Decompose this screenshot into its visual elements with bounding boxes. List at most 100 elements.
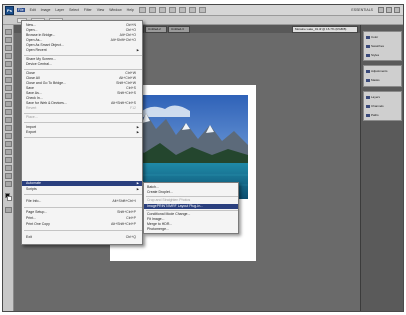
masks-panel-button[interactable]: Masks bbox=[366, 78, 380, 82]
menu-help[interactable]: Help bbox=[127, 8, 134, 12]
menu-item-print[interactable]: Print... Ctrl+P bbox=[22, 216, 142, 221]
panel-dock: Color Swatches Styles Adjustments Masks … bbox=[360, 25, 403, 311]
lasso-tool-icon[interactable] bbox=[5, 45, 12, 51]
menu-layer[interactable]: Layer bbox=[55, 8, 64, 12]
photoshop-logo: Ps bbox=[5, 6, 14, 15]
menu-item-place[interactable]: Place... bbox=[22, 115, 142, 120]
menu-item-automate[interactable]: Automate ▶ bbox=[22, 181, 142, 186]
3d-rotate-tool-icon[interactable] bbox=[5, 165, 12, 171]
styles-icon bbox=[366, 53, 370, 57]
automate-submenu: Batch... Create Droplet... Crop and Stra… bbox=[143, 182, 239, 234]
menu-item-export[interactable]: Export ▶ bbox=[22, 130, 142, 135]
styles-panel-button[interactable]: Styles bbox=[366, 53, 379, 57]
history-brush-tool-icon[interactable] bbox=[5, 101, 12, 107]
shape-tool-icon[interactable] bbox=[5, 157, 12, 163]
zoom-icon[interactable] bbox=[169, 7, 176, 13]
dodge-tool-icon[interactable] bbox=[5, 125, 12, 131]
menu-filter[interactable]: Filter bbox=[84, 8, 92, 12]
eyedropper-tool-icon[interactable] bbox=[5, 69, 12, 75]
screen-mode-icon[interactable] bbox=[199, 7, 206, 13]
maximize-icon[interactable] bbox=[386, 7, 392, 13]
rotate-view-icon[interactable] bbox=[179, 7, 186, 13]
document-tab[interactable]: Untitled-2 bbox=[145, 26, 167, 33]
menu-item-crop-and-straighten[interactable]: Crop and Straighten Photos bbox=[144, 198, 238, 203]
swatches-panel-button[interactable]: Swatches bbox=[366, 44, 384, 48]
adjustments-icon bbox=[366, 69, 370, 73]
masks-icon bbox=[366, 78, 370, 82]
photoshop-window: Ps File Edit Image Layer Select Filter V… bbox=[2, 4, 404, 312]
hand-tool-icon[interactable] bbox=[159, 7, 166, 13]
menu-window[interactable]: Window bbox=[109, 8, 121, 12]
mini-bridge-icon[interactable] bbox=[149, 7, 156, 13]
pen-tool-icon[interactable] bbox=[5, 133, 12, 139]
menu-file[interactable]: File bbox=[17, 8, 25, 12]
menu-item-exit[interactable]: Exit Ctrl+Q bbox=[22, 235, 142, 240]
menu-item-create-droplet[interactable]: Create Droplet... bbox=[144, 190, 238, 195]
menu-item-print-one-copy[interactable]: Print One Copy Alt+Shift+Ctrl+P bbox=[22, 222, 142, 227]
minimize-icon[interactable] bbox=[378, 7, 384, 13]
brush-tool-icon[interactable] bbox=[5, 85, 12, 91]
menu-item-open-recent[interactable]: Open Recent ▶ bbox=[22, 48, 142, 53]
arrange-documents-icon[interactable] bbox=[189, 7, 196, 13]
menu-item-photomerge[interactable]: Photomerge... bbox=[144, 227, 238, 232]
menu-item-scripts[interactable]: Scripts ▶ bbox=[22, 187, 142, 192]
quick-select-tool-icon[interactable] bbox=[5, 53, 12, 59]
layers-panel-group: Layers Channels Paths bbox=[363, 91, 402, 121]
healing-brush-tool-icon[interactable] bbox=[5, 77, 12, 83]
paths-panel-button[interactable]: Paths bbox=[366, 113, 379, 117]
type-tool-icon[interactable] bbox=[5, 141, 12, 147]
bridge-icon[interactable] bbox=[139, 7, 146, 13]
submenu-arrow-icon: ▶ bbox=[136, 187, 139, 191]
menu-separator bbox=[24, 230, 142, 231]
menu-separator bbox=[24, 55, 142, 56]
document-tab-active[interactable]: Moraine Lake_01.tif @ 16.7% (RGB/8) bbox=[292, 26, 358, 33]
window-controls bbox=[378, 7, 400, 13]
file-menu: New... Ctrl+N Open... Ctrl+O Browse in Bri… bbox=[21, 20, 143, 245]
menu-item-file-info[interactable]: File Info... Alt+Shift+Ctrl+I bbox=[22, 199, 142, 204]
channels-icon bbox=[366, 104, 370, 108]
zoom-tool-icon[interactable] bbox=[5, 181, 12, 187]
marquee-tool-icon[interactable] bbox=[5, 37, 12, 43]
paths-icon bbox=[366, 113, 370, 117]
menu-separator bbox=[24, 194, 142, 195]
menu-item-page-setup[interactable]: Page Setup... Shift+Ctrl+P bbox=[22, 210, 142, 215]
menu-separator bbox=[146, 196, 238, 197]
color-panel-button[interactable]: Color bbox=[366, 35, 378, 39]
background-color-swatch[interactable] bbox=[7, 196, 12, 201]
layers-panel-button[interactable]: Layers bbox=[366, 95, 380, 99]
document-tab[interactable]: Untitled-3 bbox=[168, 26, 190, 33]
hand-tool-icon[interactable] bbox=[5, 173, 12, 179]
menu-item-device-central[interactable]: Device Central... bbox=[22, 62, 142, 67]
move-tool-icon[interactable] bbox=[5, 29, 12, 35]
gradient-tool-icon[interactable] bbox=[5, 117, 12, 123]
menu-bar: Ps File Edit Image Layer Select Filter V… bbox=[3, 5, 403, 16]
menu-separator bbox=[24, 122, 142, 123]
menu-separator bbox=[24, 207, 142, 208]
menu-separator bbox=[146, 210, 238, 211]
quick-mask-icon[interactable] bbox=[5, 207, 12, 213]
workspace-switcher[interactable]: ESSENTIALS bbox=[351, 8, 373, 12]
color-panel-group: Color Swatches Styles bbox=[363, 31, 402, 61]
application-bar-icons bbox=[139, 7, 206, 13]
menu-separator bbox=[24, 137, 142, 138]
clone-stamp-tool-icon[interactable] bbox=[5, 93, 12, 99]
eraser-tool-icon[interactable] bbox=[5, 109, 12, 115]
adjustments-panel-button[interactable]: Adjustments bbox=[366, 69, 388, 73]
menu-items: File Edit Image Layer Select Filter View… bbox=[17, 8, 134, 12]
menu-separator bbox=[24, 69, 142, 70]
menu-select[interactable]: Select bbox=[69, 8, 79, 12]
color-icon bbox=[366, 35, 370, 39]
menu-item-imageprint-plugin[interactable]: ImagePRINT/IMRF Layout Plug-In... bbox=[144, 204, 238, 209]
submenu-arrow-icon: ▶ bbox=[136, 130, 139, 134]
path-selection-tool-icon[interactable] bbox=[5, 149, 12, 155]
close-icon[interactable] bbox=[394, 7, 400, 13]
menu-item-revert[interactable]: Revert F12 bbox=[22, 106, 142, 111]
menu-separator bbox=[24, 113, 142, 114]
menu-image[interactable]: Image bbox=[41, 8, 51, 12]
swatches-icon bbox=[366, 44, 370, 48]
menu-edit[interactable]: Edit bbox=[30, 8, 36, 12]
crop-tool-icon[interactable] bbox=[5, 61, 12, 67]
menu-view[interactable]: View bbox=[97, 8, 105, 12]
channels-panel-button[interactable]: Channels bbox=[366, 104, 384, 108]
submenu-arrow-icon: ▶ bbox=[136, 48, 139, 52]
